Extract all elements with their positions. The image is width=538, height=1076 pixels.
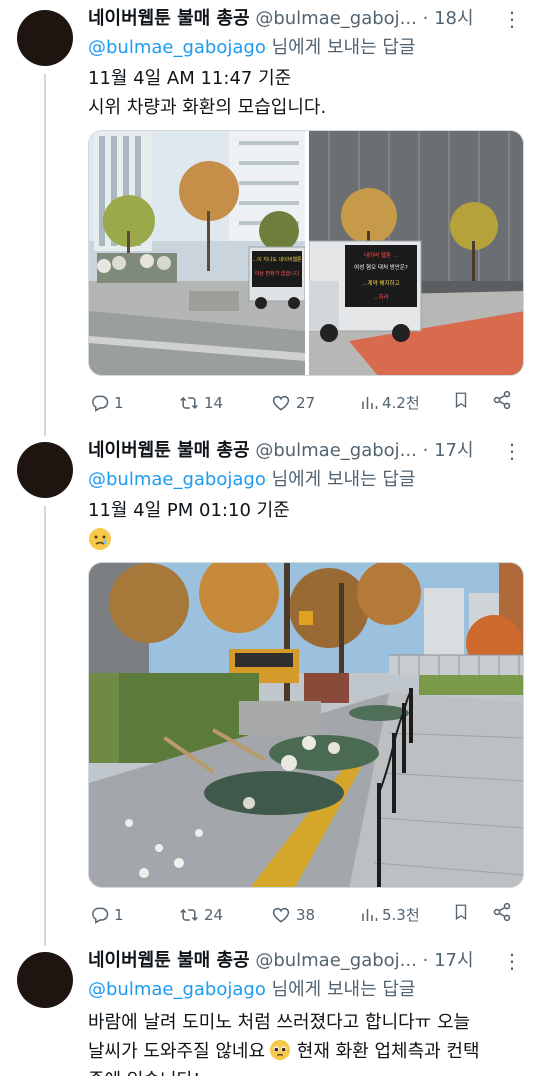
reply-button[interactable]: 1 [90,902,124,928]
tweet[interactable]: 네이버웹툰 불매 총공 @bulmae_gaboj... · 17시 ⋮ @bu… [0,432,538,940]
reply-to-label: 님에게 보내는 답글 [265,37,416,58]
tweet-actions: 1 14 27 4.2천 [88,390,516,416]
user-handle[interactable]: @bulmae_gaboj... [255,440,417,461]
reply-to-line: @bulmae_gabojago 님에게 보내는 답글 [88,466,526,494]
tweet-actions: 1 24 38 5.3천 [88,902,516,928]
like-button[interactable]: 38 [270,902,315,928]
display-name[interactable]: 네이버웹툰 불매 총공 [88,8,250,29]
avatar[interactable] [17,442,73,498]
more-options-icon[interactable]: ⋮ [502,6,522,32]
truck-sign-text: 여성 혐오 대처 방안은? [354,263,408,271]
views-icon [362,909,378,921]
photo[interactable] [88,562,524,888]
user-handle[interactable]: @bulmae_gaboj... [255,950,417,971]
tweet-header: 네이버웹툰 불매 총공 @bulmae_gaboj... · 17시 ⋮ [88,438,526,464]
views-icon [362,397,378,409]
avatar[interactable] [17,10,73,66]
display-name[interactable]: 네이버웹툰 불매 총공 [88,950,250,971]
tweet-text-line: 중에 있습니다! [88,1066,526,1076]
tweet-text-fragment: 현재 화환 업체측과 컨택 [291,1041,480,1062]
user-handle[interactable]: @bulmae_gaboj... [255,8,417,29]
truck-sign-text: ...이 지나도 네이버웹툰 [252,256,302,263]
pleading-face-emoji-icon [269,1039,291,1061]
separator-dot: · [422,8,429,29]
bookmark-button[interactable] [452,902,470,922]
reply-count: 1 [114,394,124,412]
tweet-text: 11월 4일 PM 01:10 기준 [88,496,526,555]
tweet-text: 바람에 날려 도미노 처럼 쓰러졌다고 합니다ㅠ 오늘 날씨가 도와주질 않네요… [88,1008,526,1076]
photo-right[interactable]: 네이버 웹툰 ... 여성 혐오 대처 방안은? ...계약 해지하고 ...하… [309,131,524,376]
heart-icon [272,395,290,411]
like-count: 27 [296,394,316,412]
mention-link[interactable]: @bulmae_gabojago [88,469,266,490]
retweet-button[interactable]: 14 [178,390,223,416]
retweet-count: 14 [204,394,224,412]
tweet-header: 네이버웹툰 불매 총공 @bulmae_gaboj... · 18시 ⋮ [88,6,526,32]
avatar[interactable] [17,952,73,1008]
truck-sign-text: 이상 변화가 없습니다 [255,270,300,277]
mention-link[interactable]: @bulmae_gabojago [88,37,266,58]
reply-icon [92,907,109,924]
share-icon [493,390,511,410]
retweet-button[interactable]: 24 [178,902,223,928]
views-button[interactable]: 5.3천 [360,902,420,928]
display-name[interactable]: 네이버웹툰 불매 총공 [88,440,250,461]
reply-to-line: @bulmae_gabojago 님에게 보내는 답글 [88,34,526,62]
reply-icon [92,395,109,412]
timestamp[interactable]: 17시 [434,440,473,461]
bookmark-button[interactable] [452,390,470,410]
photo-fallen-wreaths[interactable] [89,563,524,888]
more-options-icon[interactable]: ⋮ [502,948,522,974]
tweet-text-line: 바람에 날려 도미노 처럼 쓰러졌다고 합니다ㅠ 오늘 [88,1012,471,1033]
photo-left[interactable]: ...이 지나도 네이버웹툰 이상 변화가 없습니다 [89,131,305,376]
truck-sign-text: ...하라 [373,293,388,301]
mention-link[interactable]: @bulmae_gabojago [88,979,266,1000]
share-icon [493,902,511,922]
photo-grid[interactable]: ...이 지나도 네이버웹툰 이상 변화가 없습니다 네이버 웹툰 ... 여성… [88,130,524,376]
reply-to-label: 님에게 보내는 답글 [265,979,416,1000]
more-options-icon[interactable]: ⋮ [502,438,522,464]
separator-dot: · [422,440,429,461]
tweet[interactable]: 네이버웹툰 불매 총공 @bulmae_gaboj... · 18시 ⋮ @bu… [0,0,538,432]
bookmark-icon [455,392,467,409]
truck-sign-text: ...계약 해지하고 [362,279,399,287]
like-count: 38 [296,906,316,924]
truck-sign-text: 네이버 웹툰 ... [364,251,398,259]
reply-to-line: @bulmae_gabojago 님에게 보내는 답글 [88,976,526,1004]
views-button[interactable]: 4.2천 [360,390,420,416]
view-count: 4.2천 [382,394,420,412]
tweet-text-line: 날씨가 도와주질 않네요 현재 화환 업체측과 컨택 [88,1037,526,1066]
tweet[interactable]: 네이버웹툰 불매 총공 @bulmae_gaboj... · 17시 ⋮ @bu… [0,942,538,1076]
retweet-count: 24 [204,906,224,924]
reply-to-label: 님에게 보내는 답글 [265,469,416,490]
timestamp[interactable]: 18시 [434,8,473,29]
retweet-icon [180,908,198,922]
timestamp[interactable]: 17시 [434,950,473,971]
share-button[interactable] [492,902,512,922]
sad-face-emoji-icon [89,528,111,550]
tweet-text-fragment: 날씨가 도와주질 않네요 [88,1041,266,1062]
share-button[interactable] [492,390,512,410]
tweet-header: 네이버웹툰 불매 총공 @bulmae_gaboj... · 17시 ⋮ [88,948,526,974]
bookmark-icon [455,904,467,921]
heart-icon [272,907,290,923]
separator-dot: · [422,950,429,971]
tweet-text-line: 시위 차량과 화환의 모습입니다. [88,97,327,118]
reply-count: 1 [114,906,124,924]
view-count: 5.3천 [382,906,420,924]
reply-button[interactable]: 1 [90,390,124,416]
retweet-icon [180,396,198,410]
tweet-text: 11월 4일 AM 11:47 기준 시위 차량과 화환의 모습입니다. [88,64,526,122]
like-button[interactable]: 27 [270,390,315,416]
tweet-text-line: 11월 4일 PM 01:10 기준 [88,500,290,521]
tweet-text-line: 11월 4일 AM 11:47 기준 [88,68,292,89]
